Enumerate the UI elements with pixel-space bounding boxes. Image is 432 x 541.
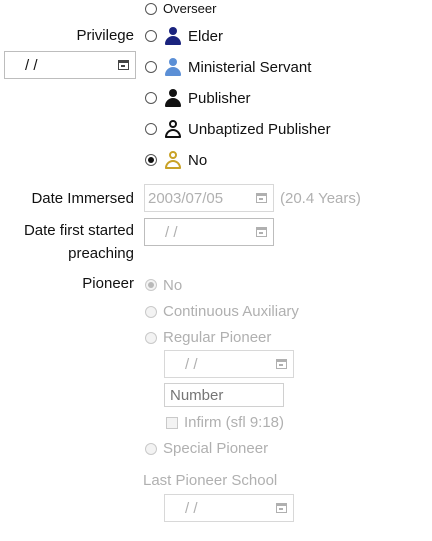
date-first-preaching-field[interactable]: / / xyxy=(144,218,274,246)
radio-regular-pioneer[interactable] xyxy=(145,332,157,344)
date-immersed-field[interactable]: 2003/07/05 xyxy=(144,184,274,212)
radio-elder[interactable] xyxy=(145,30,157,42)
pioneer-label: Pioneer xyxy=(82,275,134,292)
privilege-date-field[interactable]: / / xyxy=(4,51,136,79)
no-privilege-label: No xyxy=(188,152,208,169)
radio-pioneer-no[interactable] xyxy=(145,279,157,291)
pioneer-no-label: No xyxy=(163,277,183,294)
no-privilege-icon xyxy=(165,151,181,169)
regular-pioneer-date-value: / / xyxy=(185,356,198,373)
ministerial-servant-label: Ministerial Servant xyxy=(188,59,312,76)
calendar-icon[interactable] xyxy=(256,227,267,237)
regular-pioneer-label: Regular Pioneer xyxy=(163,329,272,346)
overseer-label: Overseer xyxy=(163,1,217,16)
radio-publisher[interactable] xyxy=(145,92,157,104)
regular-pioneer-date-field[interactable]: / / xyxy=(164,350,294,378)
calendar-icon[interactable] xyxy=(118,60,129,70)
publisher-icon xyxy=(165,89,181,107)
elder-icon xyxy=(165,27,181,45)
infirm-checkbox[interactable] xyxy=(166,417,178,429)
radio-continuous-auxiliary[interactable] xyxy=(145,306,157,318)
date-first-preaching-label-line1: Date first started xyxy=(23,222,134,239)
date-first-preaching-value: / / xyxy=(165,224,178,241)
unbaptized-publisher-icon xyxy=(165,120,181,138)
calendar-icon[interactable] xyxy=(256,193,267,203)
special-pioneer-label: Special Pioneer xyxy=(163,440,269,457)
elder-label: Elder xyxy=(188,28,224,45)
radio-no-privilege[interactable] xyxy=(145,154,157,166)
infirm-label: Infirm (sfl 9:18) xyxy=(184,414,285,431)
calendar-icon[interactable] xyxy=(276,359,287,369)
pioneer-number-input[interactable] xyxy=(164,383,284,407)
radio-special-pioneer[interactable] xyxy=(145,443,157,455)
ministerial-servant-icon xyxy=(165,58,181,76)
years-since-immersed: (20.4 Years) xyxy=(280,190,361,207)
date-immersed-label: Date Immersed xyxy=(31,190,134,207)
radio-ministerial-servant[interactable] xyxy=(145,61,157,73)
publisher-label: Publisher xyxy=(188,90,251,107)
privilege-date-value: / / xyxy=(25,57,38,74)
continuous-auxiliary-label: Continuous Auxiliary xyxy=(163,303,299,320)
last-pioneer-school-date-value: / / xyxy=(185,500,198,517)
calendar-icon[interactable] xyxy=(276,503,287,513)
date-first-preaching-label-line2: preaching xyxy=(68,245,134,262)
last-pioneer-school-date-field[interactable]: / / xyxy=(164,494,294,522)
last-pioneer-school-label: Last Pioneer School xyxy=(143,472,278,489)
date-immersed-value: 2003/07/05 xyxy=(148,190,224,207)
radio-unbaptized-publisher[interactable] xyxy=(145,123,157,135)
radio-overseer[interactable] xyxy=(145,3,157,15)
privilege-label: Privilege xyxy=(76,27,134,44)
unbaptized-publisher-label: Unbaptized Publisher xyxy=(188,121,331,138)
